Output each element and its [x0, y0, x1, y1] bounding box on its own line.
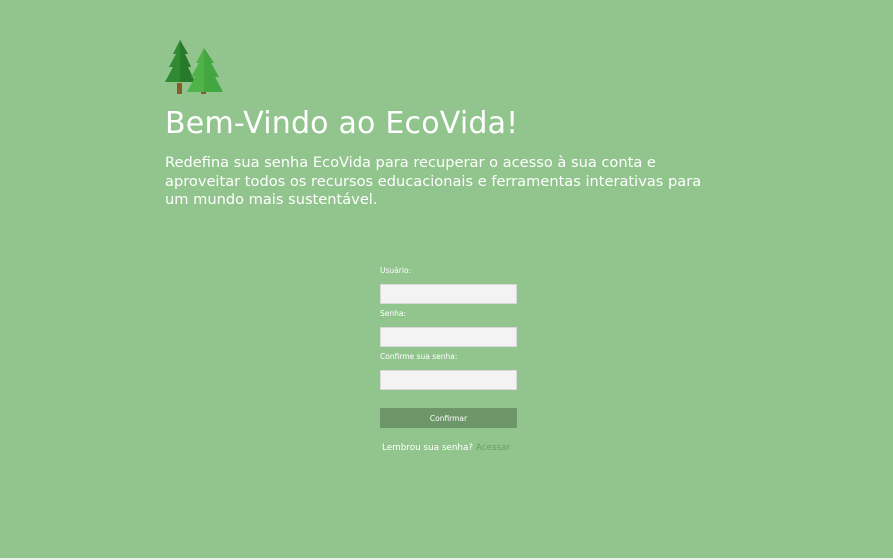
password-input[interactable] — [380, 327, 517, 347]
reset-password-page: Bem-Vindo ao EcoVida! Redefina sua senha… — [0, 0, 893, 558]
pine-trees-icon — [165, 40, 223, 94]
remember-password-text: Lembrou sua senha? — [382, 443, 474, 453]
page-description: Redefina sua senha EcoVida para recupera… — [165, 154, 702, 208]
password-field-group: Senha: — [380, 309, 517, 352]
remember-password-line: Lembrou sua senha? Acessar — [382, 443, 510, 453]
page-title: Bem-Vindo ao EcoVida! — [165, 106, 519, 141]
confirm-password-input[interactable] — [380, 370, 517, 390]
password-label: Senha: — [380, 309, 407, 318]
username-input[interactable] — [380, 284, 517, 304]
username-field-group: Usuário: — [380, 266, 517, 309]
access-link[interactable]: Acessar — [476, 443, 510, 453]
reset-password-form: Usuário: Senha: Confirme sua senha: — [380, 266, 517, 395]
username-label: Usuário: — [380, 266, 412, 275]
confirm-password-field-group: Confirme sua senha: — [380, 352, 517, 395]
confirm-button[interactable]: Confirmar — [380, 408, 517, 428]
confirm-password-label: Confirme sua senha: — [380, 352, 458, 361]
